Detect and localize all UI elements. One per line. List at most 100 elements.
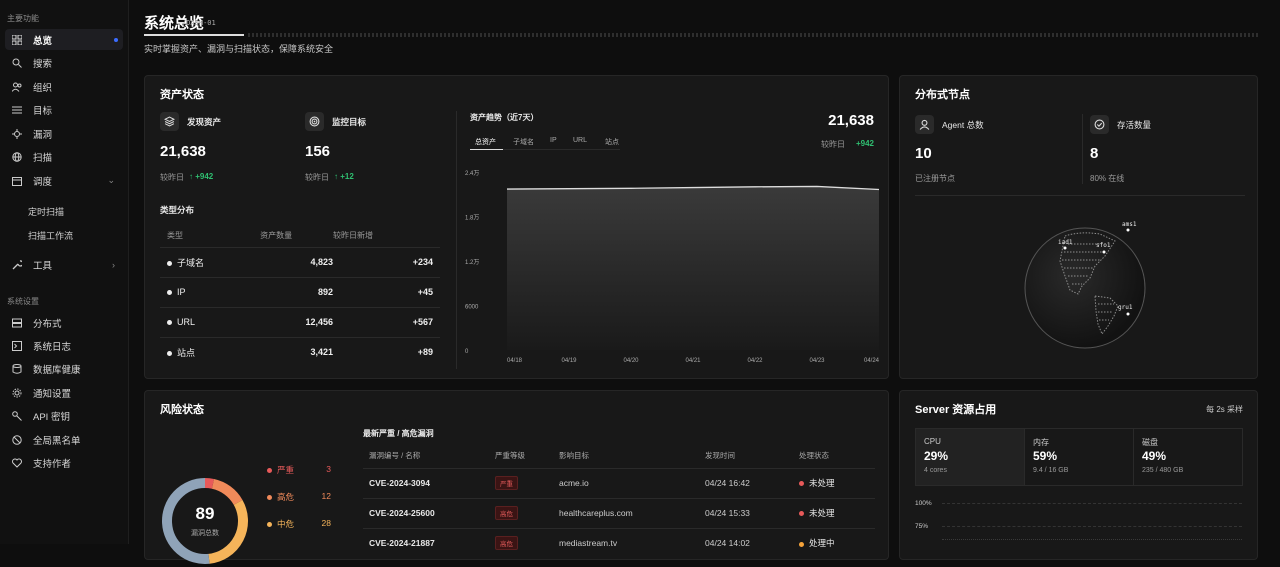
type-name: 站点 bbox=[177, 347, 196, 358]
type-new: +45 bbox=[333, 276, 440, 307]
cpu-label: CPU bbox=[924, 437, 941, 446]
type-name: IP bbox=[177, 287, 186, 297]
col-status: 处理状态 bbox=[799, 451, 829, 461]
sidebar-subitem-workflow[interactable]: 扫描工作流 bbox=[28, 229, 73, 242]
legend-count: 28 bbox=[321, 518, 331, 528]
sidebar-item-notify[interactable]: 通知设置 bbox=[5, 382, 123, 403]
sidebar-item-db-health[interactable]: 数据库健康 bbox=[5, 358, 123, 379]
sidebar-item-label: 全局黑名单 bbox=[33, 435, 81, 447]
vuln-time: 04/24 16:42 bbox=[705, 467, 799, 498]
mem-value: 59% bbox=[1033, 449, 1058, 463]
risk-total-label: 漏洞总数 bbox=[191, 530, 219, 537]
divider bbox=[915, 195, 1245, 196]
tab-site[interactable]: 站点 bbox=[605, 137, 619, 147]
alive-label: 存活数量 bbox=[1117, 120, 1152, 130]
card-title: 分布式节点 bbox=[915, 89, 970, 101]
sidebar: 主要功能 总览 搜索 组织 目标 漏洞 扫描 调度 ⌄ 定时扫描 扫描工作流 工具… bbox=[0, 0, 129, 544]
risk-status-card: 风险状态 89 漏洞总数 严重 3 高危 12 中危 28 最新严重 / 高危漏洞 漏… bbox=[144, 390, 889, 564]
monitor-label: 监控目标 bbox=[332, 117, 367, 127]
type-name: 子域名 bbox=[177, 257, 205, 268]
sidebar-item-label: 目标 bbox=[33, 105, 53, 117]
monitor-delta-label: 较昨日 bbox=[305, 173, 329, 182]
sidebar-item-tools[interactable]: 工具 › bbox=[5, 254, 123, 275]
list-icon bbox=[9, 104, 25, 116]
type-count: 4,823 bbox=[260, 246, 333, 277]
gridline bbox=[942, 526, 1242, 527]
sidebar-item-distributed[interactable]: 分布式 bbox=[5, 312, 123, 333]
table-row[interactable]: CVE-2024-3094 严重 acme.io 04/24 16:42 未处理 bbox=[363, 467, 875, 498]
y-tick-75: 75% bbox=[915, 523, 929, 530]
sidebar-item-blacklist[interactable]: 全局黑名单 bbox=[5, 429, 123, 450]
type-new: +234 bbox=[333, 246, 440, 277]
type-distribution-title: 类型分布 bbox=[160, 205, 195, 215]
table-row[interactable]: CVE-2024-25600 高危 healthcareplus.com 04/24 … bbox=[363, 497, 875, 528]
sidebar-item-search[interactable]: 搜索 bbox=[5, 52, 123, 73]
calendar-icon bbox=[9, 175, 25, 187]
status-dot bbox=[799, 511, 804, 517]
y-tick-100: 100% bbox=[915, 500, 932, 507]
type-new: +89 bbox=[333, 336, 440, 367]
type-count: 3,421 bbox=[260, 336, 333, 367]
sidebar-item-label: 调度 bbox=[33, 176, 53, 188]
card-title: 风险状态 bbox=[160, 404, 204, 416]
table-row: 子域名 4,823 +234 bbox=[160, 246, 440, 277]
resource-stats: CPU 29% 4 cores 内存 59% 9.4 / 16 GB 磁盘 49… bbox=[915, 428, 1243, 486]
sidebar-item-vuln[interactable]: 漏洞 bbox=[5, 123, 123, 144]
table-row[interactable]: CVE-2024-21887 高危 mediastream.tv 04/24 14:0… bbox=[363, 527, 875, 558]
monitor-delta: ↑ +12 bbox=[334, 172, 354, 181]
legend-item: 中危 28 bbox=[267, 518, 331, 545]
vuln-target: healthcareplus.com bbox=[559, 497, 705, 528]
tab-ip[interactable]: IP bbox=[550, 137, 557, 144]
distributed-nodes-card: 分布式节点 Agent 总数 10 已注册节点 存活数量 8 80% 在线 am… bbox=[899, 75, 1258, 379]
sidebar-item-api-keys[interactable]: API 密钥 bbox=[5, 405, 123, 426]
sidebar-subitem-timed-scan[interactable]: 定时扫描 bbox=[28, 205, 64, 218]
vuln-table-title: 最新严重 / 高危漏洞 bbox=[363, 429, 434, 438]
gridline bbox=[942, 503, 1242, 504]
sidebar-item-target[interactable]: 目标 bbox=[5, 99, 123, 120]
area-fill bbox=[507, 186, 879, 350]
globe-icon bbox=[9, 151, 25, 163]
title-underline bbox=[144, 34, 244, 36]
alive-value: 8 bbox=[1090, 145, 1099, 162]
vuln-target: acme.io bbox=[559, 467, 705, 498]
agent-value: 10 bbox=[915, 145, 932, 162]
legend-name: 严重 bbox=[277, 465, 295, 475]
donut-segment bbox=[211, 478, 243, 506]
table-row: IP 892 +45 bbox=[160, 276, 440, 307]
terminal-icon bbox=[9, 340, 25, 352]
severity-badge: 高危 bbox=[495, 506, 518, 520]
card-title: Server 资源占用 bbox=[915, 404, 997, 416]
wrench-icon bbox=[9, 259, 25, 271]
sidebar-item-logs[interactable]: 系统日志 bbox=[5, 335, 123, 356]
search-icon bbox=[9, 57, 25, 69]
y-tick-label: 1.2万 bbox=[465, 259, 479, 266]
trend-chart: 2.4万 1.8万 1.2万 6000 0 04/18 04/19 04/20 04/21 04/… bbox=[465, 170, 880, 364]
sidebar-item-label: 系统日志 bbox=[33, 341, 72, 353]
sidebar-item-overview[interactable]: 总览 bbox=[5, 29, 123, 50]
sidebar-item-label: 工具 bbox=[33, 260, 53, 272]
disk-sub: 235 / 480 GB bbox=[1142, 467, 1184, 474]
server-resource-card: Server 资源占用 每 2s 采样 CPU 29% 4 cores 内存 5… bbox=[899, 390, 1258, 560]
tab-url[interactable]: URL bbox=[573, 137, 587, 144]
sidebar-item-schedule[interactable]: 调度 ⌄ bbox=[5, 170, 123, 191]
tab-total[interactable]: 总资产 bbox=[475, 137, 496, 147]
page-subtitle: 实时掌握资产、漏洞与扫描状态，保障系统安全 bbox=[144, 44, 334, 54]
tab-subdomain[interactable]: 子域名 bbox=[513, 137, 534, 147]
y-tick-label: 2.4万 bbox=[465, 170, 479, 177]
trend-delta: +942 bbox=[855, 139, 874, 148]
sidebar-item-scan[interactable]: 扫描 bbox=[5, 146, 123, 167]
sidebar-item-label: 支持作者 bbox=[33, 458, 72, 470]
table-row: URL 12,456 +567 bbox=[160, 306, 440, 337]
type-count: 892 bbox=[260, 276, 333, 307]
sidebar-item-label: 通知设置 bbox=[33, 388, 72, 400]
bullet-dot bbox=[167, 320, 172, 326]
users-icon bbox=[9, 81, 25, 93]
layers-icon bbox=[160, 112, 179, 131]
sidebar-group-sys: 系统设置 bbox=[7, 297, 39, 306]
col-count: 资产数量 bbox=[260, 231, 293, 241]
sidebar-item-org[interactable]: 组织 bbox=[5, 76, 123, 97]
sidebar-item-support[interactable]: 支持作者 bbox=[5, 452, 123, 473]
database-icon bbox=[9, 363, 25, 375]
vuln-status: 未处理 bbox=[809, 478, 835, 488]
col-level: 严重等级 bbox=[495, 451, 525, 461]
